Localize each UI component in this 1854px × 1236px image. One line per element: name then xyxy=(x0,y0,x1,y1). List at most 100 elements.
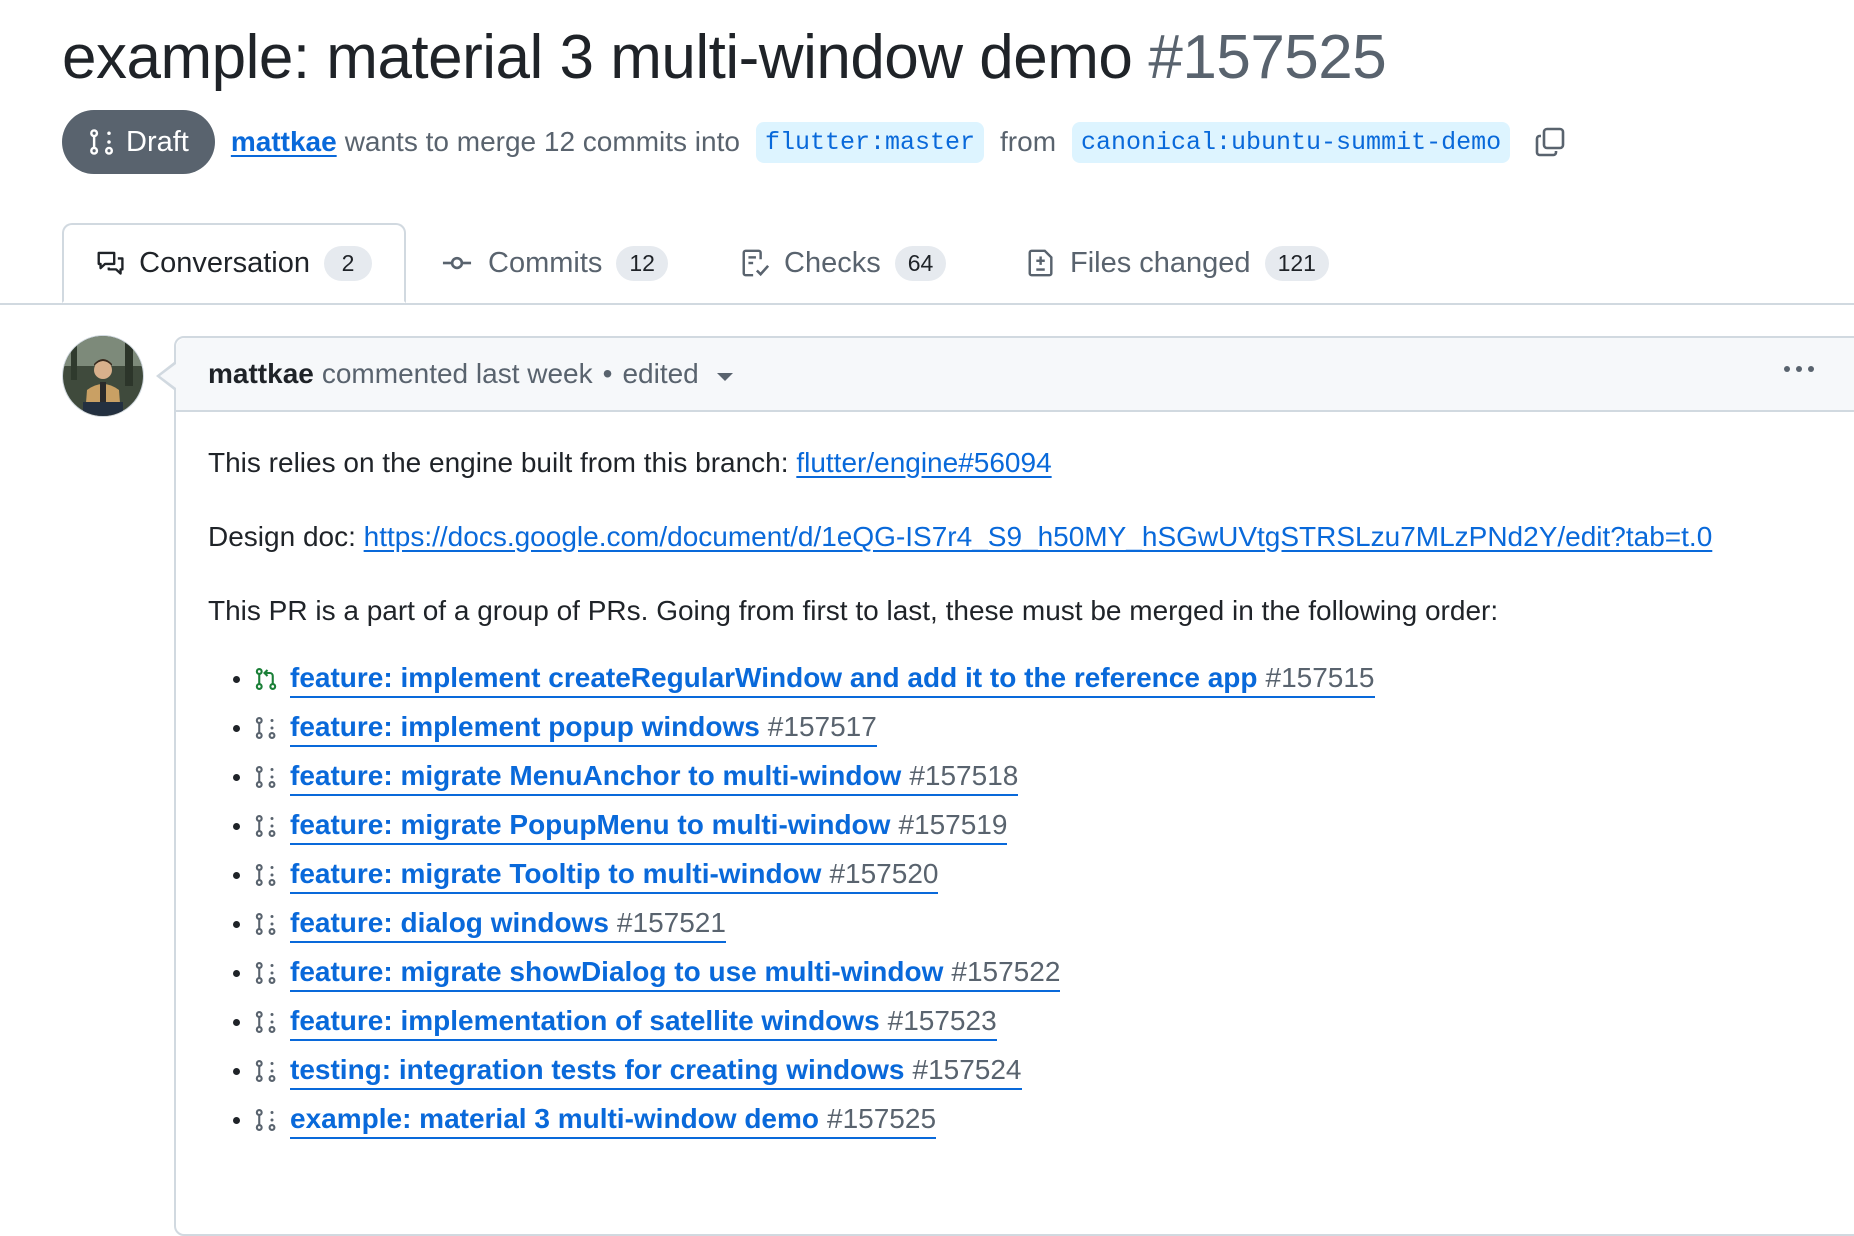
list-item: feature: implement createRegularWindow a… xyxy=(208,654,1840,703)
user-avatar-icon xyxy=(63,336,143,416)
pr-link-title: feature: implement popup windows xyxy=(290,710,760,742)
base-branch[interactable]: flutter:master xyxy=(755,121,985,163)
pr-link-number: #157521 xyxy=(616,906,726,938)
chevron-down-icon[interactable] xyxy=(716,373,733,381)
avatar[interactable] xyxy=(62,335,144,417)
list-item: feature: implement popup windows #157517 xyxy=(208,703,1840,752)
tab-files-changed[interactable]: Files changed 121 xyxy=(1026,223,1329,303)
tab-conversation[interactable]: Conversation 2 xyxy=(62,223,406,303)
comment-card: mattkae commented last week • edited Thi… xyxy=(156,336,1854,1236)
kebab-icon xyxy=(1784,366,1790,372)
git-commit-icon xyxy=(442,256,472,270)
pr-link-title: feature: migrate showDialog to use multi… xyxy=(290,955,944,987)
tab-count: 64 xyxy=(894,245,947,281)
list-item: feature: implementation of satellite win… xyxy=(208,997,1840,1046)
tab-commits[interactable]: Commits 12 xyxy=(440,223,668,303)
from-text: from xyxy=(1000,126,1057,157)
git-pull-request-draft-icon xyxy=(254,762,278,799)
pr-link-number: #157522 xyxy=(951,955,1061,987)
pr-link-number: #157520 xyxy=(829,857,939,889)
comment-pointer-fill xyxy=(160,364,176,388)
pr-link[interactable]: testing: integration tests for creating … xyxy=(290,1052,1022,1090)
more-options-button[interactable] xyxy=(1776,358,1822,380)
git-pull-request-draft-icon xyxy=(254,909,278,946)
pr-link-number: #157524 xyxy=(912,1053,1022,1085)
pr-tabs: Conversation 2 Commits 12 Checks 64 File… xyxy=(0,223,1854,305)
checklist-icon xyxy=(742,249,770,277)
git-pull-request-draft-icon xyxy=(254,1007,278,1044)
pr-link[interactable]: example: material 3 multi-window demo #15… xyxy=(290,1101,937,1139)
list-item: feature: migrate Tooltip to multi-window… xyxy=(208,850,1840,899)
pr-title-text: example: material 3 multi-window demo xyxy=(62,23,1133,92)
pr-link-number: #157523 xyxy=(887,1004,997,1036)
edited-dropdown[interactable]: edited xyxy=(622,358,698,390)
pr-number: #157525 xyxy=(1148,23,1387,92)
design-doc-link[interactable]: https://docs.google.com/document/d/1eQG-… xyxy=(364,521,1713,552)
file-diff-icon xyxy=(1028,249,1053,277)
pr-link[interactable]: feature: migrate Tooltip to multi-window… xyxy=(290,856,939,894)
tab-label: Commits xyxy=(488,246,603,279)
tab-label: Conversation xyxy=(139,246,310,279)
separator: • xyxy=(602,358,613,389)
body-paragraph: This PR is a part of a group of PRs. Goi… xyxy=(208,595,1499,626)
comment-header: mattkae commented last week • edited xyxy=(176,338,1854,412)
merge-text: wants to merge 12 commits into xyxy=(344,126,740,157)
pr-link-title: feature: migrate PopupMenu to multi-wind… xyxy=(290,808,891,840)
list-item: feature: migrate MenuAnchor to multi-win… xyxy=(208,752,1840,801)
list-item: testing: integration tests for creating … xyxy=(208,1046,1840,1095)
git-pull-request-draft-icon xyxy=(254,713,278,750)
author-link[interactable]: mattkae xyxy=(231,126,337,158)
list-item: feature: migrate PopupMenu to multi-wind… xyxy=(208,801,1840,850)
comment-action[interactable]: commented last week xyxy=(322,358,593,390)
body-text: Design doc: xyxy=(208,521,364,552)
pr-link[interactable]: feature: implement popup windows #157517 xyxy=(290,709,877,747)
git-pull-request-draft-icon xyxy=(90,129,114,155)
pr-link[interactable]: feature: dialog windows #157521 xyxy=(290,905,726,943)
engine-pr-link[interactable]: flutter/engine#56094 xyxy=(796,447,1051,478)
pr-link[interactable]: feature: implementation of satellite win… xyxy=(290,1003,997,1041)
pr-link[interactable]: feature: migrate PopupMenu to multi-wind… xyxy=(290,807,1008,845)
tab-count: 121 xyxy=(1264,245,1329,281)
pr-link-title: testing: integration tests for creating … xyxy=(290,1053,905,1085)
head-branch[interactable]: canonical:ubuntu-summit-demo xyxy=(1072,121,1511,163)
kebab-icon xyxy=(1796,366,1802,372)
copy-icon xyxy=(1535,127,1565,157)
git-pull-request-open-icon xyxy=(254,664,278,701)
git-pull-request-draft-icon xyxy=(254,1105,278,1142)
pr-link-title: feature: migrate MenuAnchor to multi-win… xyxy=(290,759,902,791)
body-paragraph: Design doc: https://docs.google.com/docu… xyxy=(208,516,1840,558)
pr-link[interactable]: feature: migrate MenuAnchor to multi-win… xyxy=(290,758,1019,796)
pr-link-title: example: material 3 multi-window demo xyxy=(290,1102,820,1134)
list-item: feature: migrate showDialog to use multi… xyxy=(208,948,1840,997)
comment-body: This relies on the engine built from thi… xyxy=(176,412,1854,1144)
pr-link-number: #157515 xyxy=(1265,661,1375,693)
pr-meta: Draft mattkae wants to merge 12 commits … xyxy=(62,110,1566,174)
git-pull-request-draft-icon xyxy=(254,860,278,897)
pr-link-title: feature: dialog windows xyxy=(290,906,609,938)
pr-link[interactable]: feature: migrate showDialog to use multi… xyxy=(290,954,1061,992)
pr-link[interactable]: feature: implement createRegularWindow a… xyxy=(290,660,1375,698)
pr-link-title: feature: implementation of satellite win… xyxy=(290,1004,880,1036)
tab-label: Files changed xyxy=(1070,246,1251,279)
list-item: feature: dialog windows #157521 xyxy=(208,899,1840,948)
git-pull-request-draft-icon xyxy=(254,958,278,995)
status-label: Draft xyxy=(126,125,189,158)
pr-link-number: #157519 xyxy=(898,808,1008,840)
git-pull-request-draft-icon xyxy=(254,811,278,848)
pr-link-number: #157517 xyxy=(767,710,877,742)
tab-checks[interactable]: Checks 64 xyxy=(740,223,947,303)
pr-link-number: #157525 xyxy=(827,1102,937,1134)
pr-link-title: feature: migrate Tooltip to multi-window xyxy=(290,857,822,889)
pr-list: feature: implement createRegularWindow a… xyxy=(208,654,1840,1144)
kebab-icon xyxy=(1808,366,1814,372)
status-badge: Draft xyxy=(62,110,215,174)
tab-label: Checks xyxy=(784,246,881,279)
body-text: This relies on the engine built from thi… xyxy=(208,447,797,478)
pr-link-title: feature: implement createRegularWindow a… xyxy=(290,661,1258,693)
comment-author[interactable]: mattkae xyxy=(208,358,314,390)
git-pull-request-draft-icon xyxy=(254,1056,278,1093)
pr-link-number: #157518 xyxy=(909,759,1019,791)
copy-branch-button[interactable] xyxy=(1534,126,1566,158)
tab-count: 2 xyxy=(324,245,372,281)
pull-request-page: example: material 3 multi-window demo #15… xyxy=(0,0,1854,1236)
